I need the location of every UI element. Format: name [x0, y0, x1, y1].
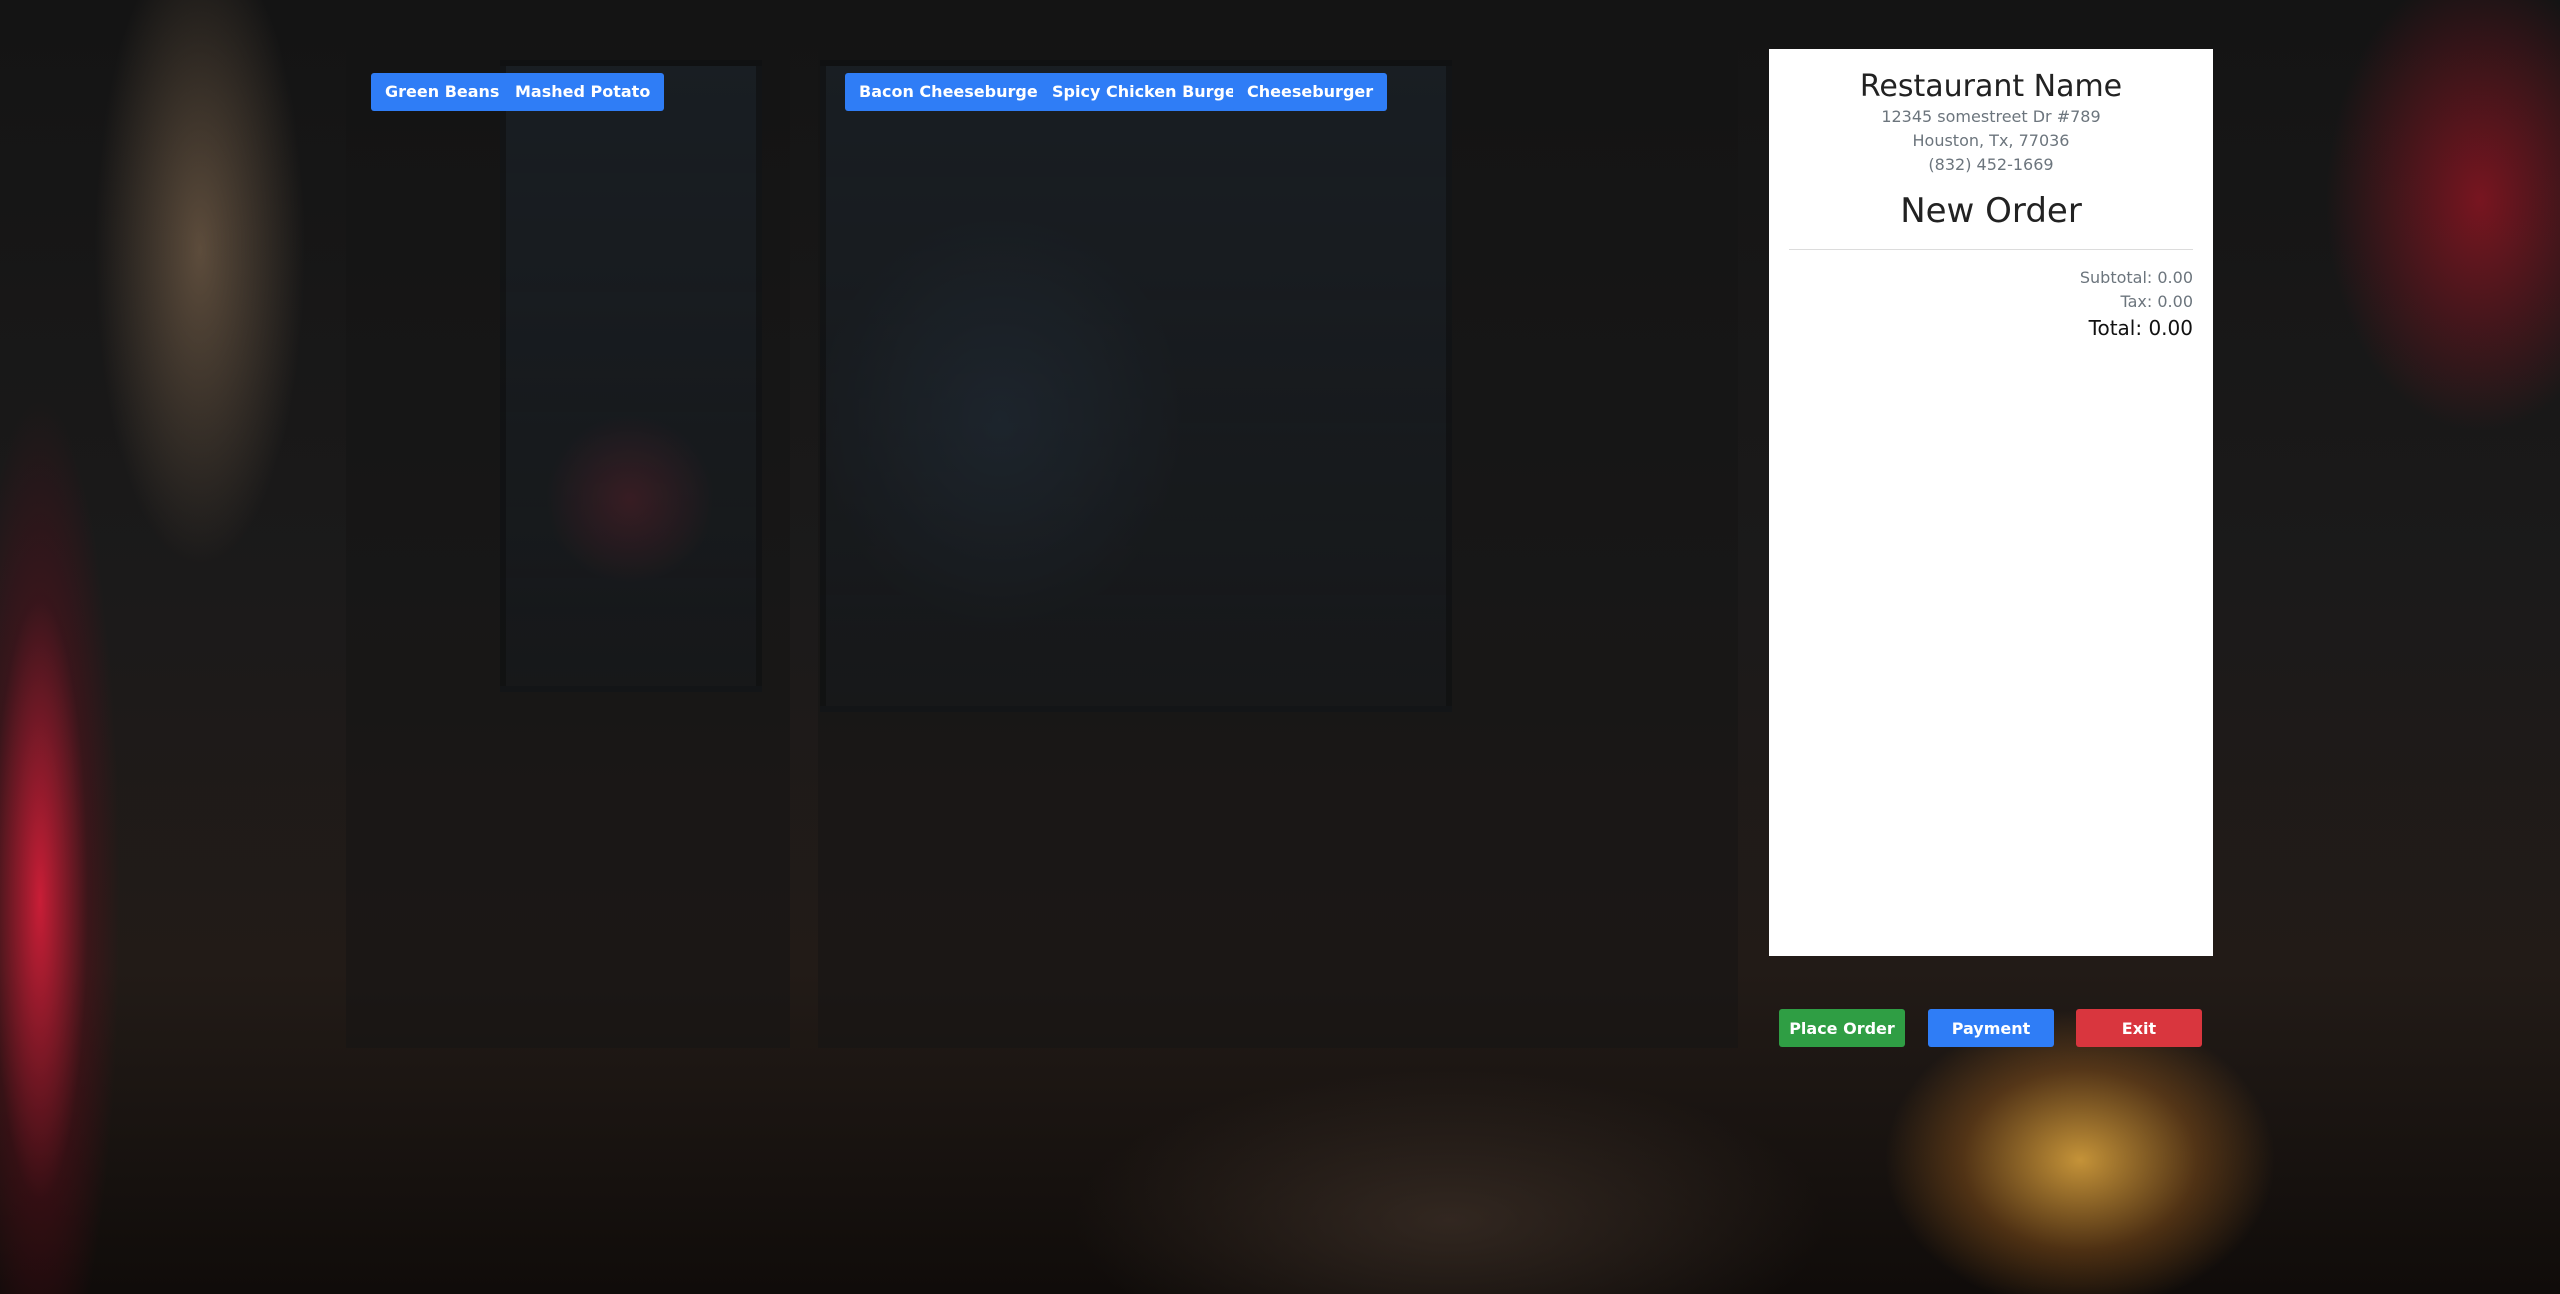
menu-item-bacon-cheeseburger-button[interactable]: Bacon Cheeseburger [845, 73, 1060, 111]
payment-button[interactable]: Payment [1928, 1009, 2054, 1047]
exit-button[interactable]: Exit [2076, 1009, 2202, 1047]
sides-panel [346, 48, 790, 1048]
address-line-1: 12345 somestreet Dr #789 [1881, 107, 2101, 126]
menu-item-spicy-chicken-burger-button[interactable]: Spicy Chicken Burger [1038, 73, 1258, 111]
order-totals: Subtotal: 0.00 Tax: 0.00 Total: 0.00 [1769, 250, 2213, 342]
place-order-button[interactable]: Place Order [1779, 1009, 1905, 1047]
subtotal: Subtotal: 0.00 [2079, 268, 2193, 287]
burgers-panel [818, 48, 1738, 1048]
phone-number: (832) 452-1669 [1928, 155, 2054, 174]
address-line-2: Houston, Tx, 77036 [1912, 131, 2070, 150]
tax: Tax: 0.00 [2120, 292, 2194, 311]
menu-item-mashed-potato-button[interactable]: Mashed Potato [501, 73, 665, 111]
menu-item-cheeseburger-button[interactable]: Cheeseburger [1233, 73, 1388, 111]
order-receipt: Restaurant Name 12345 somestreet Dr #789… [1769, 49, 2213, 956]
total: Total: 0.00 [2088, 316, 2193, 340]
restaurant-name: Restaurant Name [1859, 69, 2123, 104]
menu-item-green-beans-button[interactable]: Green Beans [371, 73, 514, 111]
order-title: New Order [1900, 191, 2082, 231]
